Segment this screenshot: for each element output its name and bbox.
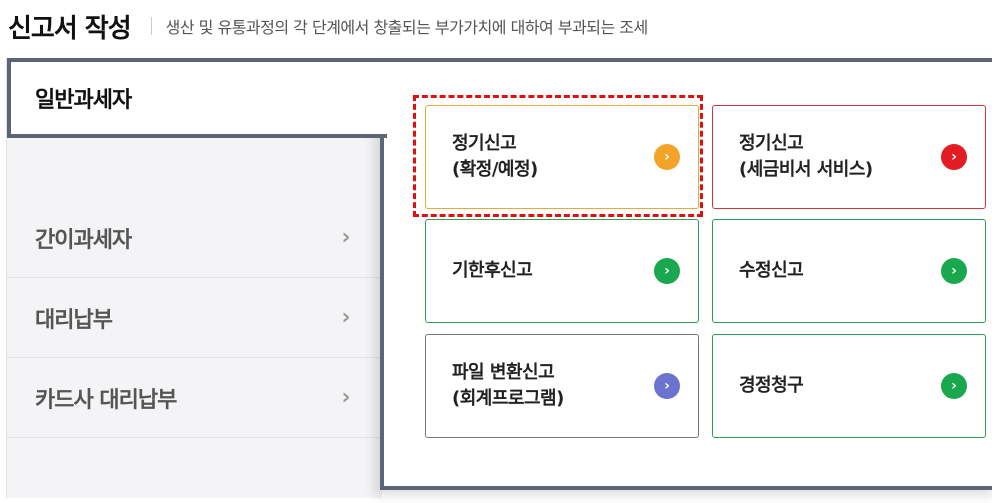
card-label: 수정신고 [739, 260, 804, 281]
nav-item-general-taxpayer[interactable]: 일반과세자 [7, 58, 387, 138]
card-file-conversion-filing[interactable]: 파일 변환신고 (회계프로그램) › [425, 334, 699, 438]
chevron-right-icon: › [654, 373, 680, 399]
chevron-right-icon: › [341, 225, 351, 250]
nav-item-simplified-taxpayer[interactable]: 간이과세자 › [7, 198, 381, 278]
page-title: 신고서 작성 [8, 13, 132, 44]
chevron-right-icon: › [654, 144, 680, 170]
nav-item-label: 일반과세자 [35, 88, 132, 113]
header-divider [150, 17, 152, 35]
chevron-right-icon: › [341, 385, 351, 410]
card-label: 정기신고 (세금비서 서비스) [739, 133, 873, 180]
chevron-right-icon: › [654, 258, 680, 284]
chevron-right-icon: › [941, 373, 967, 399]
page-subtitle: 생산 및 유통과정의 각 단계에서 창출되는 부가가치에 대하여 부과되는 조세 [165, 18, 649, 37]
chevron-right-icon: › [941, 258, 967, 284]
nav-item-label: 간이과세자 [35, 227, 132, 253]
page-header: 신고서 작성 생산 및 유통과정의 각 단계에서 창출되는 부가가치에 대하여 … [8, 6, 648, 46]
card-regular-filing-tax-secretary[interactable]: 정기신고 (세금비서 서비스) › [712, 105, 986, 209]
card-correction-claim[interactable]: 경정청구 › [712, 334, 986, 438]
chevron-right-icon: › [941, 144, 967, 170]
card-amended-filing[interactable]: 수정신고 › [712, 219, 986, 323]
nav-item-proxy-payment[interactable]: 대리납부 › [7, 278, 381, 358]
nav-item-card-proxy-payment[interactable]: 카드사 대리납부 › [7, 358, 381, 438]
left-nav: 일반과세자 간이과세자 › 대리납부 › 카드사 대리납부 › [6, 58, 387, 498]
card-label: 기한후신고 [452, 260, 533, 281]
card-late-filing[interactable]: 기한후신고 › [425, 219, 699, 323]
card-label: 파일 변환신고 (회계프로그램) [452, 362, 564, 409]
nav-item-label: 대리납부 [35, 307, 113, 333]
chevron-right-icon: › [341, 305, 351, 330]
nav-item-label: 카드사 대리납부 [35, 387, 177, 413]
card-label: 정기신고 (확정/예정) [452, 133, 538, 180]
card-regular-filing[interactable]: 정기신고 (확정/예정) › [425, 105, 699, 209]
card-label: 경정청구 [739, 375, 804, 396]
